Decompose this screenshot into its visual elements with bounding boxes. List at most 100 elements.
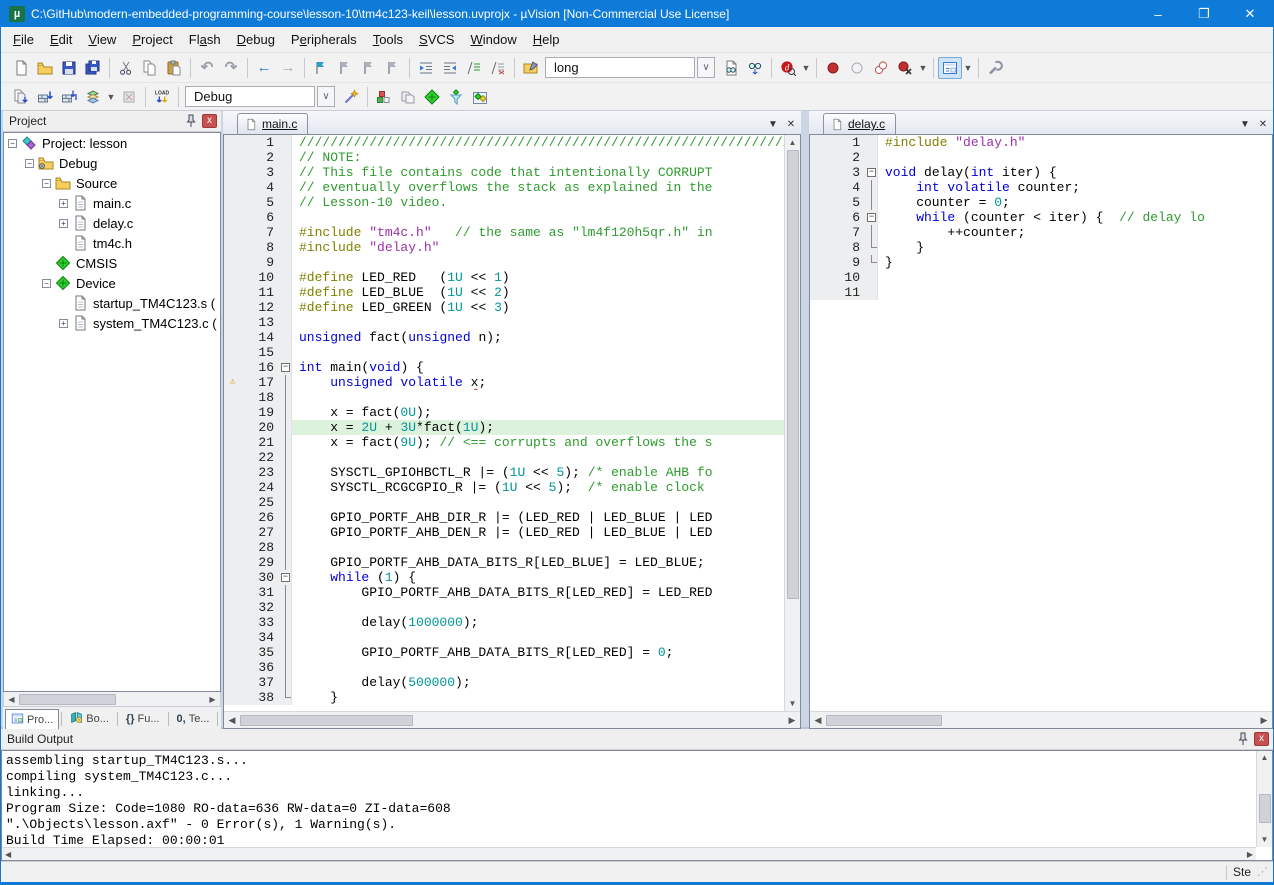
tree-item-delay-c[interactable]: +delay.c	[4, 213, 220, 233]
tree-expand-icon[interactable]: +	[59, 199, 68, 208]
fold-collapse-icon[interactable]: −	[865, 210, 878, 225]
tree-item-system-tm4c123-c[interactable]: +system_TM4C123.c (	[4, 313, 220, 333]
tree-expand-icon[interactable]: −	[42, 279, 51, 288]
bookmark-next-button[interactable]	[357, 57, 381, 79]
tab-close-icon[interactable]: ✕	[1255, 116, 1271, 132]
incremental-find-button[interactable]	[743, 57, 767, 79]
code-line[interactable]: 10	[810, 270, 1272, 285]
tree-item-device[interactable]: −Device	[4, 273, 220, 293]
project-close-icon[interactable]: x	[202, 114, 217, 128]
code-line[interactable]: 8#include "delay.h"	[224, 240, 784, 255]
code-line[interactable]: 37 delay(500000);	[224, 675, 784, 690]
fold-collapse-icon[interactable]: −	[279, 570, 292, 585]
code-line[interactable]: 11#define LED_BLUE (1U << 2)	[224, 285, 784, 300]
close-button[interactable]: ✕	[1227, 1, 1273, 27]
scroll-up-icon[interactable]: ▲	[789, 135, 797, 150]
scroll-right-icon[interactable]: ▶	[1247, 850, 1253, 859]
sidebar-tab-fu[interactable]: {}Fu...	[120, 709, 166, 729]
paste-button[interactable]	[162, 57, 186, 79]
navigate-forward-button[interactable]: →	[276, 57, 300, 79]
scroll-down-icon[interactable]: ▼	[789, 696, 797, 711]
code-line[interactable]: 4 int volatile counter;	[810, 180, 1272, 195]
window-layout-dropdown-icon[interactable]: ▼	[962, 57, 974, 79]
select-software-packs-button[interactable]	[444, 86, 468, 108]
bookmark-toggle-button[interactable]	[309, 57, 333, 79]
code-line[interactable]: 6− while (counter < iter) { // delay lo	[810, 210, 1272, 225]
open-file-button[interactable]	[33, 57, 57, 79]
delay-editor-code[interactable]: 1#include "delay.h"23−void delay(int ite…	[810, 135, 1272, 711]
main-editor-vscrollbar[interactable]: ▲ ▼	[784, 135, 800, 711]
code-line[interactable]: 18	[224, 390, 784, 405]
menu-debug[interactable]: Debug	[229, 29, 283, 50]
indent-button[interactable]	[438, 57, 462, 79]
rebuild-all-button[interactable]	[57, 86, 81, 108]
tab-main-c[interactable]: main.c	[237, 113, 308, 134]
code-line[interactable]: 19 x = fact(0U);	[224, 405, 784, 420]
target-combo[interactable]: Debug	[185, 86, 315, 107]
build-output-hscrollbar[interactable]: ◀ ▶	[2, 847, 1256, 860]
code-line[interactable]: 13	[224, 315, 784, 330]
tree-item-project-lesson[interactable]: −Project: lesson	[4, 133, 220, 153]
bookmark-prev-button[interactable]	[333, 57, 357, 79]
code-line[interactable]: 11	[810, 285, 1272, 300]
tree-expand-icon[interactable]: −	[8, 139, 17, 148]
stop-build-button[interactable]	[117, 86, 141, 108]
sidebar-tab-bo[interactable]: ?Bo...	[64, 709, 115, 729]
menu-view[interactable]: View	[80, 29, 124, 50]
main-editor-vscroll-thumb[interactable]	[787, 150, 799, 599]
search-combo[interactable]: long	[545, 57, 695, 78]
sidebar-tab-te[interactable]: 0,Te...	[171, 709, 216, 729]
download-to-flash-button[interactable]: LOAD	[150, 86, 174, 108]
code-line[interactable]: 5// Lesson-10 video.	[224, 195, 784, 210]
code-line[interactable]: 2// NOTE:	[224, 150, 784, 165]
save-all-button[interactable]	[81, 57, 105, 79]
code-line[interactable]: 26 GPIO_PORTF_AHB_DIR_R |= (LED_RED | LE…	[224, 510, 784, 525]
comment-selection-button[interactable]	[462, 57, 486, 79]
cut-button[interactable]	[114, 57, 138, 79]
search-combo-dropdown-icon[interactable]: ∨	[697, 57, 715, 78]
code-line[interactable]: 4// eventually overflows the stack as ex…	[224, 180, 784, 195]
code-line[interactable]: 3// This file contains code that intenti…	[224, 165, 784, 180]
target-combo-dropdown-icon[interactable]: ∨	[317, 86, 335, 107]
copy-button[interactable]	[138, 57, 162, 79]
uncomment-selection-button[interactable]	[486, 57, 510, 79]
pin-icon[interactable]	[1235, 732, 1251, 747]
menu-edit[interactable]: Edit	[42, 29, 80, 50]
menu-window[interactable]: Window	[462, 29, 524, 50]
build-button[interactable]	[33, 86, 57, 108]
main-editor-hscrollbar[interactable]: ◀ ▶	[224, 711, 800, 728]
code-line[interactable]: 34	[224, 630, 784, 645]
find-text-button[interactable]: d	[776, 57, 800, 79]
manage-project-items-button[interactable]	[372, 86, 396, 108]
undo-button[interactable]: ↶	[195, 57, 219, 79]
redo-button[interactable]: ↷	[219, 57, 243, 79]
code-line[interactable]: 10#define LED_RED (1U << 1)	[224, 270, 784, 285]
tree-item-cmsis[interactable]: CMSIS	[4, 253, 220, 273]
tree-item-tm4c-h[interactable]: tm4c.h	[4, 233, 220, 253]
build-output-close-icon[interactable]: x	[1254, 732, 1269, 746]
scroll-down-icon[interactable]: ▼	[1261, 833, 1269, 847]
pin-icon[interactable]	[183, 114, 199, 129]
tree-item-source[interactable]: −Source	[4, 173, 220, 193]
code-line[interactable]: 20 x = 2U + 3U*fact(1U);	[224, 420, 784, 435]
code-line[interactable]: 1#include "delay.h"	[810, 135, 1272, 150]
code-line[interactable]: 28	[224, 540, 784, 555]
code-line[interactable]: 7 ++counter;	[810, 225, 1272, 240]
menu-flash[interactable]: Flash	[181, 29, 229, 50]
navigate-back-button[interactable]: ←	[252, 57, 276, 79]
menu-peripherals[interactable]: Peripherals	[283, 29, 365, 50]
bookmark-clear-all-button[interactable]	[381, 57, 405, 79]
pack-installer-button[interactable]	[468, 86, 492, 108]
code-line[interactable]: 3−void delay(int iter) {	[810, 165, 1272, 180]
minimize-button[interactable]: –	[1135, 1, 1181, 27]
tree-item-debug[interactable]: −Debug	[4, 153, 220, 173]
menu-help[interactable]: Help	[525, 29, 568, 50]
tree-expand-icon[interactable]: +	[59, 219, 68, 228]
code-line[interactable]: 5 counter = 0;	[810, 195, 1272, 210]
code-line[interactable]: 15	[224, 345, 784, 360]
fold-collapse-icon[interactable]: −	[279, 360, 292, 375]
kill-all-breakpoints-button[interactable]	[893, 57, 917, 79]
find-next-button[interactable]	[719, 57, 743, 79]
code-line[interactable]: 12#define LED_GREEN (1U << 3)	[224, 300, 784, 315]
menu-svcs[interactable]: SVCS	[411, 29, 462, 50]
